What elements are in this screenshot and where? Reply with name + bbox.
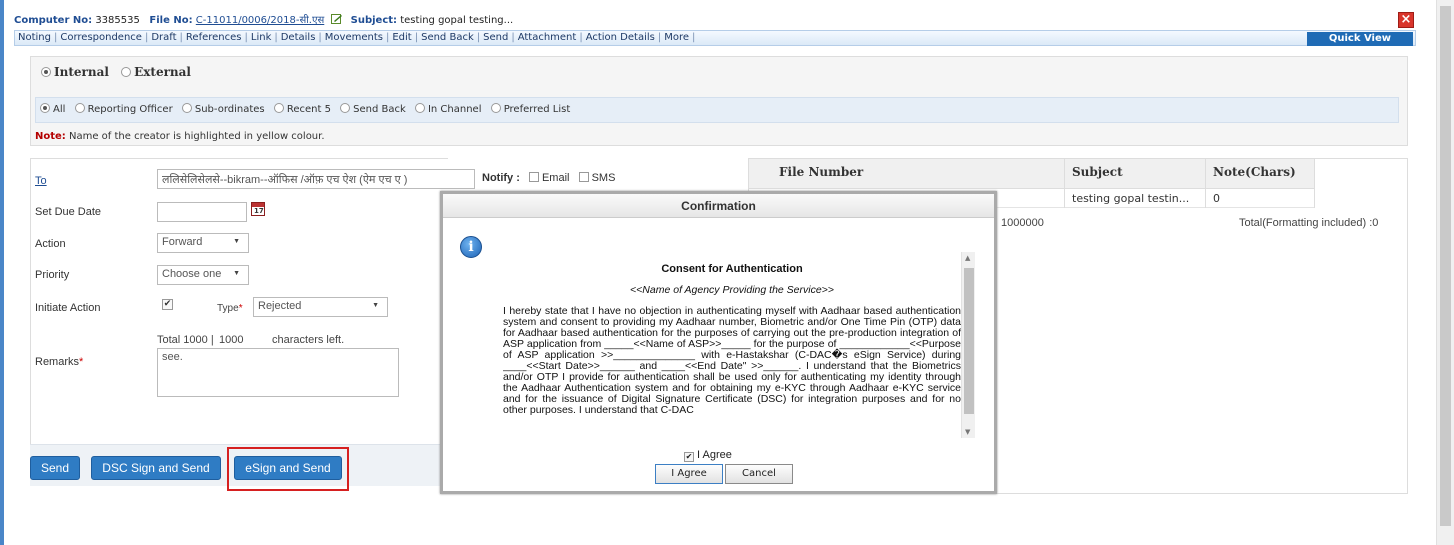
creator-note: Note: Name of the creator is highlighted… — [35, 131, 325, 142]
row-note: 0 — [1213, 192, 1220, 205]
file-header: Computer No: 3385535 File No: C-11011/00… — [14, 12, 1416, 30]
col-subject: Subject — [1072, 165, 1123, 179]
action-select[interactable]: Forward — [157, 233, 249, 253]
radio-internal[interactable]: Internal — [41, 65, 109, 79]
info-icon: i — [460, 236, 482, 258]
agree-checkbox[interactable]: ✔ — [684, 452, 694, 462]
edit-icon[interactable] — [331, 14, 343, 24]
close-icon[interactable]: × — [1398, 12, 1414, 28]
recipient-scope-panel: Internal External All Reporting Officer … — [30, 56, 1408, 146]
filter-preferred-list[interactable]: Preferred List — [490, 103, 570, 115]
page-scrollbar[interactable] — [1436, 0, 1454, 545]
send-form: To ललिसेलिसेलसे--bikram--ऑफिस /ऑफ़ एच ऐश… — [30, 158, 475, 486]
computer-no-label: Computer No: — [14, 15, 93, 26]
filter-all[interactable]: All — [40, 103, 65, 115]
limit-value: 1000000 — [1001, 217, 1044, 229]
radio-dot-icon[interactable] — [414, 103, 425, 113]
radio-dot-icon[interactable] — [41, 67, 51, 77]
i-agree-button[interactable]: I Agree — [655, 464, 723, 484]
type-select[interactable]: Rejected — [253, 297, 388, 317]
menu-draft[interactable]: Draft — [151, 32, 176, 43]
subject-value: testing gopal testing... — [400, 15, 514, 26]
recipient-filter-row: All Reporting Officer Sub-ordinates Rece… — [35, 97, 1399, 123]
page-scrollbar-thumb[interactable] — [1440, 6, 1451, 526]
priority-label: Priority — [35, 269, 70, 281]
computer-no: 3385535 — [95, 15, 140, 26]
remarks-label: Remarks* — [35, 356, 84, 368]
col-file-number: File Number — [779, 165, 864, 179]
menu-send[interactable]: Send — [483, 32, 508, 43]
total-chars-label: Total 1000 | — [157, 334, 214, 346]
filter-subordinates[interactable]: Sub-ordinates — [181, 103, 265, 115]
email-label: Email — [541, 172, 570, 184]
col-note-chars: Note(Chars) — [1213, 165, 1296, 179]
scroll-up-icon[interactable]: ▲ — [965, 254, 970, 262]
highlight-box — [227, 447, 349, 491]
consent-text-area[interactable]: Consent for Authentication <<Name of Age… — [503, 252, 961, 438]
menu-action-details[interactable]: Action Details — [586, 32, 655, 43]
radio-dot-icon[interactable] — [121, 67, 132, 77]
calendar-icon[interactable]: 17 — [251, 202, 265, 216]
type-label: Type* — [217, 303, 243, 314]
agree-checkbox-label: I Agree — [697, 449, 732, 461]
quick-view-button[interactable]: Quick View — [1306, 32, 1413, 46]
menu-noting[interactable]: Noting — [18, 32, 51, 43]
menu-attachment[interactable]: Attachment — [518, 32, 577, 43]
dialog-title: Confirmation — [443, 194, 994, 218]
cancel-button[interactable]: Cancel — [725, 464, 793, 484]
row-subject: testing gopal testin... — [1072, 192, 1190, 205]
menu-movements[interactable]: Movements — [325, 32, 383, 43]
to-label[interactable]: To — [35, 175, 47, 187]
consent-scrollbar-thumb[interactable] — [964, 268, 974, 414]
radio-dot-icon[interactable] — [40, 103, 50, 113]
radio-dot-icon[interactable] — [181, 103, 192, 113]
scroll-down-icon[interactable]: ▼ — [965, 428, 970, 436]
agree-checkbox-row[interactable]: ✔ I Agree — [681, 449, 732, 462]
filter-in-channel[interactable]: In Channel — [414, 103, 482, 115]
radio-dot-icon[interactable] — [74, 103, 85, 113]
sms-label: SMS — [591, 172, 616, 184]
priority-select[interactable]: Choose one — [157, 265, 249, 285]
filter-recent-5[interactable]: Recent 5 — [273, 103, 331, 115]
consent-title: Consent for Authentication — [661, 263, 803, 275]
agency-placeholder: <<Name of Agency Providing the Service>> — [630, 284, 834, 296]
remarks-textarea[interactable]: see. — [157, 348, 399, 397]
menu-references[interactable]: References — [186, 32, 242, 43]
action-label: Action — [35, 238, 66, 250]
chars-left-label: characters left. — [272, 334, 345, 346]
to-input[interactable]: ललिसेलिसेलसे--bikram--ऑफिस /ऑफ़ एच ऐश (ऐ… — [157, 169, 475, 189]
chars-left-count: 1000 — [219, 334, 244, 346]
consent-scrollbar[interactable]: ▲ ▼ — [961, 252, 975, 438]
radio-dot-icon[interactable] — [340, 103, 351, 113]
initiate-action-label: Initiate Action — [35, 302, 101, 314]
menu-more[interactable]: More — [664, 32, 689, 43]
radio-dot-icon[interactable] — [490, 103, 501, 113]
filter-send-back[interactable]: Send Back — [340, 103, 406, 115]
notify-options: Notify : Email SMS — [482, 172, 616, 184]
menu-correspondence[interactable]: Correspondence — [60, 32, 142, 43]
menu-edit[interactable]: Edit — [392, 32, 411, 43]
scope-radio-group: Internal External — [41, 65, 199, 79]
due-date-label: Set Due Date — [35, 206, 102, 218]
table-header: File Number Subject Note(Chars) — [749, 159, 1314, 189]
consent-body: I hereby state that I have no objection … — [503, 305, 961, 416]
file-no-label: File No: — [149, 15, 193, 26]
total-formatting: Total(Formatting included) :0 — [1239, 217, 1379, 229]
email-checkbox[interactable] — [528, 172, 539, 182]
sms-checkbox[interactable] — [578, 172, 589, 182]
radio-external[interactable]: External — [121, 65, 191, 79]
radio-dot-icon[interactable] — [273, 103, 284, 113]
initiate-action-checkbox[interactable]: ✔ — [162, 299, 173, 310]
confirmation-dialog: Confirmation i Consent for Authenticatio… — [440, 191, 997, 494]
send-button[interactable]: Send — [30, 456, 80, 480]
subject-label: Subject: — [350, 15, 398, 26]
dsc-sign-send-button[interactable]: DSC Sign and Send — [91, 456, 221, 480]
due-date-input[interactable] — [157, 202, 247, 222]
menu-bar: Noting | Correspondence | Draft | References | L… — [14, 30, 1416, 46]
file-no-link[interactable]: C-11011/0006/2018-सी.एस — [196, 15, 324, 26]
menu-link[interactable]: Link — [251, 32, 271, 43]
menu-details[interactable]: Details — [281, 32, 316, 43]
filter-reporting-officer[interactable]: Reporting Officer — [74, 103, 173, 115]
menu-send-back[interactable]: Send Back — [421, 32, 474, 43]
